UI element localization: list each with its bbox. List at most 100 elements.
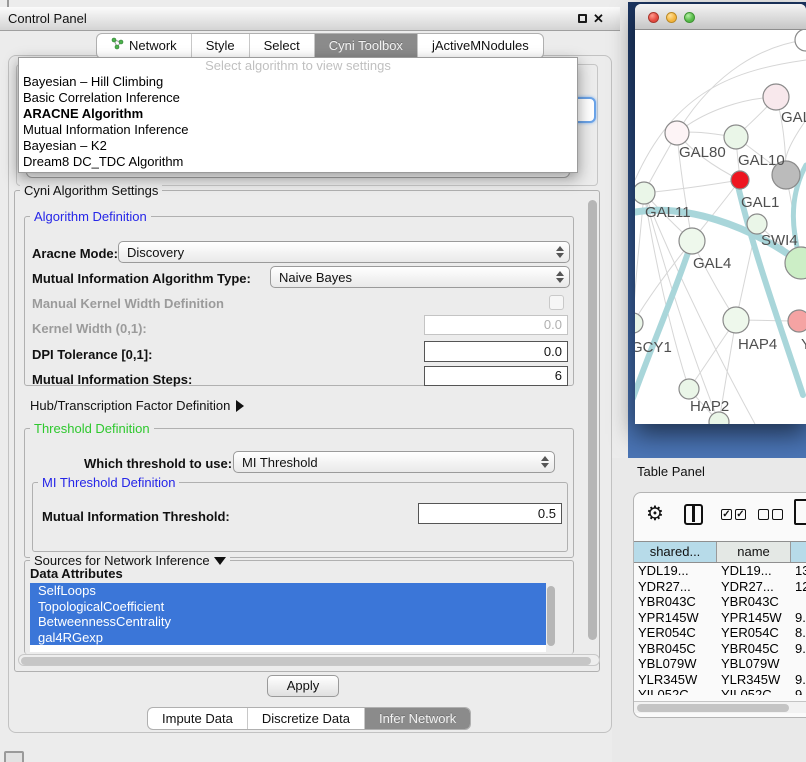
network-node[interactable]	[724, 125, 748, 149]
network-node-label: Y	[801, 336, 806, 353]
table-row[interactable]: YBR043C YBR043C	[634, 594, 806, 610]
network-tab-icon	[111, 34, 124, 58]
algorithm-popup-item[interactable]: ARACNE Algorithm	[19, 106, 577, 122]
network-node[interactable]	[795, 30, 806, 51]
tab-item[interactable]: Style	[192, 34, 250, 58]
zoom-traffic-light-icon[interactable]	[684, 12, 695, 23]
network-node[interactable]	[747, 214, 767, 234]
settings-vertical-scrollbar[interactable]	[588, 200, 597, 640]
table-row[interactable]: YDL19... YDL19... 13	[634, 563, 806, 579]
manual-kernel-label: Manual Kernel Width Definition	[32, 296, 224, 311]
mi-type-label: Mutual Information Algorithm Type:	[32, 271, 251, 286]
network-node[interactable]	[635, 313, 643, 333]
network-node-label: GAL11	[645, 204, 691, 221]
settings-horizontal-scrollbar[interactable]	[18, 654, 600, 666]
network-node-label: GCY1	[635, 339, 672, 356]
table-column-header[interactable]: name	[717, 542, 791, 562]
dpi-tolerance-input[interactable]: 0.0	[424, 341, 568, 362]
data-attribute-item[interactable]: BetweennessCentrality	[30, 614, 546, 630]
table-panel-region: Table Panel ⚙ ✓ ✓ shared...name YDL19...…	[612, 458, 806, 762]
columns-icon[interactable]	[684, 504, 703, 525]
table-row[interactable]: YIL052C YIL052C 9.	[634, 687, 806, 695]
attribute-list-scrollbar[interactable]	[547, 586, 555, 646]
network-node-label: SWI4	[761, 232, 798, 249]
bottom-tab-item[interactable]: Discretize Data	[248, 708, 365, 729]
combobox-stepper-icon	[538, 456, 554, 468]
network-node[interactable]	[665, 121, 689, 145]
algorithm-popup-item[interactable]: Mutual Information Inference	[19, 122, 577, 138]
gear-icon[interactable]: ⚙	[646, 501, 664, 526]
network-node[interactable]	[635, 182, 655, 204]
aracne-mode-combobox[interactable]: Discovery	[118, 241, 570, 263]
network-canvas[interactable]: GALGAL80GAL10GAL1GAL11SWI4GAL4GCY1HAP4YH…	[635, 30, 806, 424]
table-column-header[interactable]: shared...	[634, 542, 717, 562]
bottom-tab-item[interactable]: Infer Network	[365, 708, 470, 729]
table-row[interactable]: YDR27... YDR27... 12	[634, 579, 806, 595]
unchecked-checkbox-icon[interactable]	[772, 509, 783, 520]
table-row[interactable]: YLR345W YLR345W 9.	[634, 672, 806, 688]
network-node[interactable]	[679, 228, 705, 254]
network-node[interactable]	[731, 171, 749, 189]
network-node[interactable]	[788, 310, 806, 332]
manual-kernel-checkbox[interactable]	[549, 295, 564, 310]
table-panel-card: ⚙ ✓ ✓ shared...name YDL19... YDL19... 13…	[633, 492, 806, 718]
float-panel-icon[interactable]	[578, 14, 587, 23]
tab-item[interactable]: jActiveMNodules	[418, 34, 543, 58]
table-row[interactable]: YPR145W YPR145W 9.	[634, 610, 806, 626]
bottom-tabbar: Impute DataDiscretize DataInfer Network	[147, 707, 471, 730]
checked-checkbox-icon[interactable]: ✓	[735, 509, 746, 520]
tab-item[interactable]: Cyni Toolbox	[315, 34, 418, 58]
algorithm-popup-list: Bayesian – Hill ClimbingBasic Correlatio…	[19, 74, 577, 170]
algorithm-popup-item[interactable]: Dream8 DC_TDC Algorithm	[19, 154, 577, 170]
network-node-label: HAP2	[690, 398, 729, 415]
algorithm-popup: Select algorithm to view settings Bayesi…	[18, 57, 578, 173]
data-attribute-item[interactable]: gal4RGexp	[30, 630, 546, 646]
network-window: GALGAL80GAL10GAL1GAL11SWI4GAL4GCY1HAP4YH…	[635, 4, 806, 424]
apply-button[interactable]: Apply	[267, 675, 339, 697]
mi-steps-input[interactable]: 6	[424, 366, 568, 386]
algorithm-popup-item[interactable]: Bayesian – Hill Climbing	[19, 74, 577, 90]
unchecked-checkbox-icon[interactable]	[758, 509, 769, 520]
table-panel-title: Table Panel	[637, 464, 705, 479]
document-icon[interactable]	[794, 499, 806, 525]
mi-type-combobox[interactable]: Naive Bayes	[270, 266, 570, 288]
cyni-algorithm-settings-title: Cyni Algorithm Settings	[20, 184, 162, 197]
data-attributes-list: SelfLoopsTopologicalCoefficientBetweenne…	[30, 583, 546, 652]
minimize-traffic-light-icon[interactable]	[666, 12, 677, 23]
algorithm-popup-item[interactable]: Bayesian – K2	[19, 138, 577, 154]
table-row[interactable]: YBL079W YBL079W	[634, 656, 806, 672]
close-icon[interactable]: ✕	[593, 7, 604, 30]
aracne-mode-label: Aracne Mode:	[32, 246, 118, 261]
network-node[interactable]	[723, 307, 749, 333]
network-node[interactable]	[763, 84, 789, 110]
table-row[interactable]: YER054C YER054C 8.	[634, 625, 806, 641]
table-horizontal-scrollbar-thumb[interactable]	[637, 704, 789, 712]
data-attribute-item[interactable]: SelfLoops	[30, 583, 546, 599]
table-horizontal-scrollbar[interactable]	[634, 701, 806, 713]
control-panel-tabbar: Network Style Select Cyni Toolbox jActiv…	[96, 33, 544, 59]
data-attributes-label: Data Attributes	[30, 566, 123, 581]
network-node-label: GAL	[781, 109, 806, 126]
network-node-label: GAL4	[693, 255, 731, 272]
expander-arrow-icon	[236, 400, 244, 412]
data-attribute-item[interactable]: TopologicalCoefficient	[30, 599, 546, 615]
combobox-stepper-icon	[553, 271, 569, 283]
tab-item[interactable]: Select	[250, 34, 315, 58]
table-column-header[interactable]	[791, 542, 806, 562]
tab-item[interactable]: Network	[97, 34, 192, 58]
bottom-tab-item[interactable]: Impute Data	[148, 708, 248, 729]
network-window-titlebar[interactable]	[635, 4, 806, 30]
table-rows: YDL19... YDL19... 13 YDR27... YDR27... 1…	[634, 563, 806, 695]
bottom-left-widget[interactable]	[4, 751, 24, 762]
table-row[interactable]: YBR045C YBR045C 9.	[634, 641, 806, 657]
mi-threshold-input[interactable]: 0.5	[418, 503, 562, 524]
settings-horizontal-scrollbar-thumb[interactable]	[21, 657, 591, 665]
table-toolbar: ⚙ ✓ ✓	[634, 493, 806, 539]
hub-definition-expander[interactable]: Hub/Transcription Factor Definition	[30, 398, 244, 413]
close-traffic-light-icon[interactable]	[648, 12, 659, 23]
network-node[interactable]	[679, 379, 699, 399]
algorithm-popup-item[interactable]: Basic Correlation Inference	[19, 90, 577, 106]
kernel-width-input[interactable]: 0.0	[424, 315, 568, 335]
checked-checkbox-icon[interactable]: ✓	[721, 509, 732, 520]
which-threshold-combobox[interactable]: MI Threshold	[233, 451, 555, 473]
